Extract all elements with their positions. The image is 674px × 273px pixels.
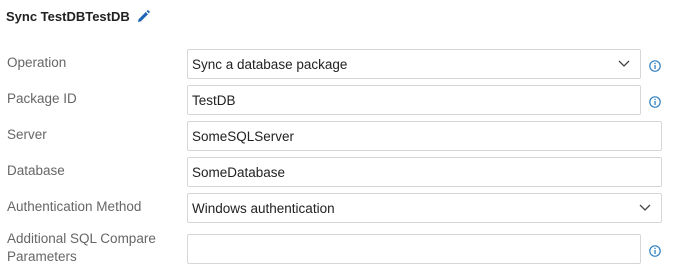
server-value: SomeSQLServer [192,128,295,144]
info-icon[interactable] [649,96,661,108]
server-input[interactable]: SomeSQLServer [187,121,662,151]
chevron-down-icon [618,60,630,67]
additional-params-label-line2: Parameters [7,249,77,264]
auth-method-select[interactable]: Windows authentication [187,193,662,223]
operation-select[interactable]: Sync a database package [187,49,641,79]
additional-params-input[interactable] [187,234,641,264]
database-value: SomeDatabase [192,164,286,180]
operation-label: Operation [7,55,67,70]
operation-value: Sync a database package [192,56,348,72]
info-icon[interactable] [649,60,661,72]
package-id-input[interactable]: TestDB [187,85,641,115]
server-label: Server [7,127,47,142]
task-header: Sync TestDBTestDB [6,6,150,26]
info-icon[interactable] [649,245,661,257]
database-label: Database [7,163,65,178]
task-title: Sync TestDBTestDB [6,8,130,24]
chevron-down-icon [639,204,651,211]
package-id-label: Package ID [7,91,77,106]
auth-method-value: Windows authentication [192,200,335,216]
pencil-icon[interactable] [137,9,150,23]
database-input[interactable]: SomeDatabase [187,157,662,187]
additional-params-label: Additional SQL Compare Parameters [7,230,156,266]
package-id-value: TestDB [192,92,236,108]
auth-method-label: Authentication Method [7,199,142,214]
additional-params-label-line1: Additional SQL Compare [7,231,156,246]
